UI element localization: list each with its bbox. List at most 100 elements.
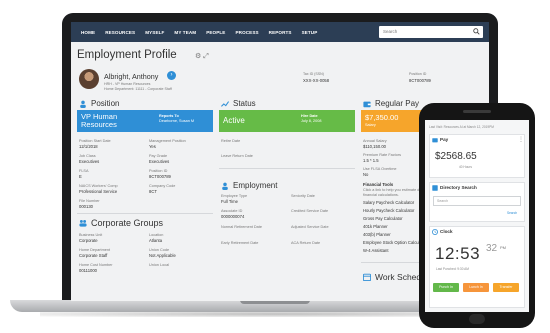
tax-id-label: Tax ID (SSN) (303, 72, 324, 76)
field-label: Union Code (149, 248, 170, 252)
field-label: ACA Return Date (291, 241, 321, 245)
search-icon[interactable] (473, 28, 480, 35)
punch-in-button[interactable]: Punch In (433, 283, 459, 292)
field-value: Yes (149, 144, 156, 149)
field-label: Location (149, 233, 164, 237)
phone-directory-search-link[interactable]: Search (507, 211, 517, 215)
section-divider (77, 213, 213, 214)
reports-to-value: Dearborne, Susan M (159, 119, 195, 123)
financial-tool-link[interactable]: Hourly Paycheck Calculator (363, 208, 414, 213)
field-label: Retire Date (221, 139, 241, 143)
employee-name: Albright, Anthony (104, 72, 159, 81)
person-icon (80, 100, 86, 108)
transfer-button[interactable]: Transfer (493, 283, 519, 292)
position-id-value: 8CT000789 (409, 78, 431, 83)
nav-item-home[interactable]: HOME (81, 30, 95, 35)
expand-icon[interactable]: ⤢ (203, 53, 209, 60)
position-id-label: Position ID (409, 72, 427, 76)
phone-pay-amount: $2568.65 (435, 151, 477, 162)
phone-clock-status: Last Punched: 9:30 AM (436, 267, 469, 271)
search-input[interactable]: Search (379, 26, 483, 38)
field-label: Associate ID (221, 209, 243, 213)
financial-tools-title: Financial Tools (363, 182, 394, 187)
field-label: Seniority Date (291, 194, 315, 198)
section-divider (219, 168, 355, 169)
status-title-text: Status (233, 99, 256, 108)
nav-item-myself[interactable]: MYSELF (145, 30, 164, 35)
nav-item-reports[interactable]: REPORTS (269, 30, 292, 35)
financial-tool-link[interactable]: Employee Stock Option Calculator (363, 240, 427, 245)
field-value: 8CT000789 (149, 174, 171, 179)
employee-subline-2: Home Department: 11111 - Corporate Staff (104, 87, 172, 91)
field-label: Use FLSA Overtime (363, 167, 397, 171)
employment-title-text: Employment (233, 181, 278, 190)
phone-clock-title: Clock (440, 229, 453, 234)
field-label: FLSA (79, 169, 89, 173)
lunch-in-button[interactable]: Lunch In (463, 283, 489, 292)
field-label: Company Code (149, 184, 176, 188)
nav-item-people[interactable]: PEOPLE (206, 30, 225, 35)
nav-item-my-team[interactable]: MY TEAM (174, 30, 196, 35)
nav-item-process[interactable]: PROCESS (235, 30, 258, 35)
phone-directory-search-input[interactable]: Search (433, 196, 521, 206)
field-value: Executives (79, 159, 100, 164)
calendar-icon (363, 273, 371, 281)
regular-pay-banner-value: $7,350.00 (365, 113, 399, 122)
nav-item-setup[interactable]: SETUP (302, 30, 318, 35)
field-label: Early Retirement Date (221, 241, 259, 245)
field-value: 8CT (149, 189, 157, 194)
chart-line-icon (221, 100, 229, 107)
field-label: Credited Service Date (291, 209, 329, 213)
hire-date-label: Hire Date (301, 114, 318, 118)
top-nav: HOME RESOURCES MYSELF MY TEAM PEOPLE PRO… (71, 22, 489, 42)
position-section-title: Position (79, 99, 119, 108)
field-value: $110,150.00 (363, 144, 386, 149)
financial-tool-link[interactable]: W-4 Assistant (363, 248, 389, 253)
settings-icon[interactable]: ⚙ (195, 53, 201, 60)
phone-last-visit: Last Visit: Resources AI at March 12, 20… (429, 125, 494, 129)
field-label: Union Local (149, 263, 170, 267)
chevron-right-icon[interactable]: › (167, 71, 176, 80)
phone-pay-hours: 40 Hours (459, 165, 472, 169)
product-showcase: HOME RESOURCES MYSELF MY TEAM PEOPLE PRO… (0, 0, 550, 333)
field-label: Employee Type (221, 194, 248, 198)
financial-tool-link[interactable]: 403(b) Planner (363, 232, 391, 237)
phone-screen: Last Visit: Resources AI at March 12, 20… (425, 120, 529, 312)
avatar (79, 69, 99, 89)
clock-icon (432, 229, 438, 235)
position-banner: VP Human Resources Reports To Dearborne,… (77, 110, 213, 132)
status-section-title: Status (221, 99, 256, 108)
field-value: 000130 (79, 204, 93, 209)
phone-speaker (463, 110, 491, 113)
field-value: Not Applicable (149, 253, 176, 258)
field-value: 0000000074 (221, 214, 245, 219)
phone-clock-seconds: 32 (486, 243, 498, 254)
field-label: Annual Salary (363, 139, 387, 143)
phone-pay-title: Pay (440, 137, 449, 142)
hire-date-value: July 8, 2008 (301, 119, 322, 123)
phone-home-button[interactable] (469, 314, 485, 324)
field-value: Atlanta (149, 238, 163, 243)
field-value: Executives (149, 159, 170, 164)
field-label: Position ID (149, 169, 168, 173)
field-label: Pay Grade (149, 154, 168, 158)
position-title-text: Position (91, 99, 120, 108)
field-value: E (79, 174, 82, 179)
employee-subline-1: HRH - VP Human Resources (104, 82, 151, 86)
nav-item-resources[interactable]: RESOURCES (105, 30, 135, 35)
field-label: Leave Return Date (221, 154, 253, 158)
field-value: Full Time (221, 199, 238, 204)
corporate-groups-title: Corporate Groups (79, 218, 163, 228)
field-value: No (363, 172, 369, 177)
regular-pay-section-title: Regular Pay (363, 99, 419, 108)
corporate-groups-title-text: Corporate Groups (91, 218, 164, 228)
financial-tool-link[interactable]: Gross Pay Calculator (363, 216, 403, 221)
financial-tool-link[interactable]: 401k Planner (363, 224, 388, 229)
field-label: Home Cost Number (79, 263, 113, 267)
more-icon[interactable]: ⋮ (518, 136, 524, 143)
financial-tool-link[interactable]: Salary Paycheck Calculator (363, 200, 414, 205)
field-value: 00111000 (79, 268, 98, 273)
group-icon (79, 219, 87, 227)
field-value: Corporate Staff (79, 253, 108, 258)
field-value: Corporate (79, 238, 98, 243)
